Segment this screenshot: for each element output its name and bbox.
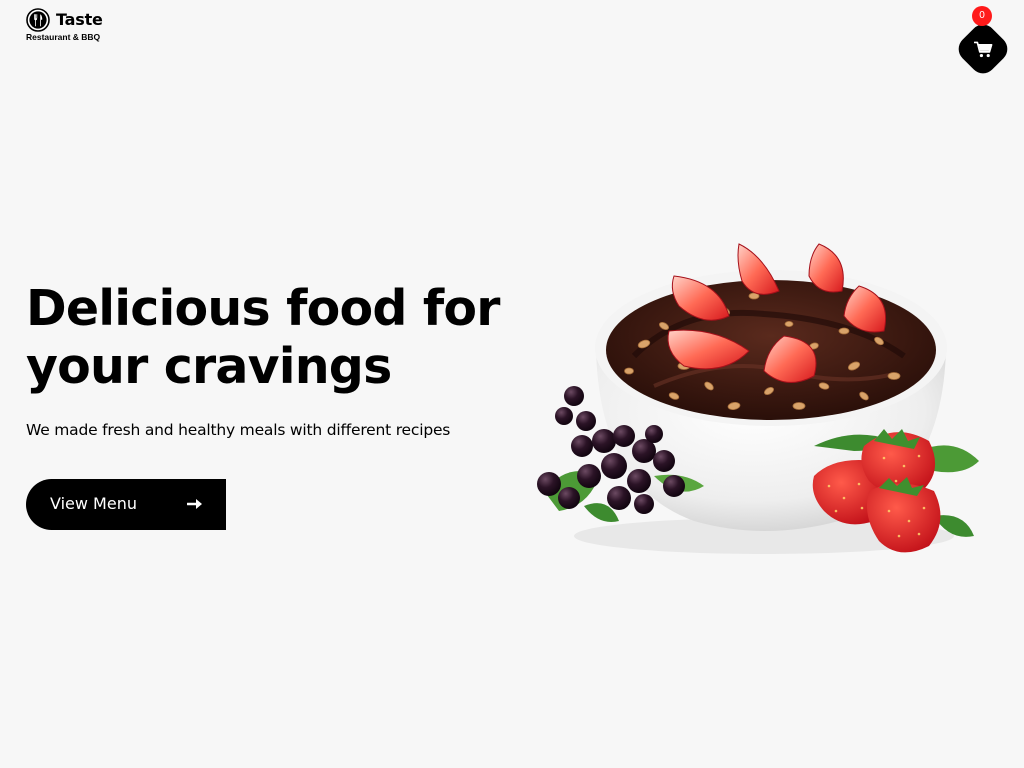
cutlery-logo-icon xyxy=(26,8,50,32)
brand-logo[interactable]: Taste Restaurant & BBQ xyxy=(26,8,146,44)
view-menu-button-label: View Menu xyxy=(50,494,137,513)
hero-food-bowl-image xyxy=(537,243,979,554)
brand-name: Taste xyxy=(56,10,103,29)
cart-button[interactable] xyxy=(953,19,1013,79)
brand-tagline: Restaurant & BBQ xyxy=(26,32,101,42)
cart-count-badge: 0 xyxy=(972,6,992,26)
landing-page: Taste Restaurant & BBQ 0 Delicious food … xyxy=(0,0,1024,768)
shopping-cart-icon xyxy=(974,41,993,58)
arrow-right-icon xyxy=(187,499,202,509)
hero-title: Delicious food for your cravings xyxy=(26,280,500,395)
view-menu-button[interactable]: View Menu xyxy=(26,479,226,530)
hero-subtitle: We made fresh and healthy meals with dif… xyxy=(26,421,451,439)
